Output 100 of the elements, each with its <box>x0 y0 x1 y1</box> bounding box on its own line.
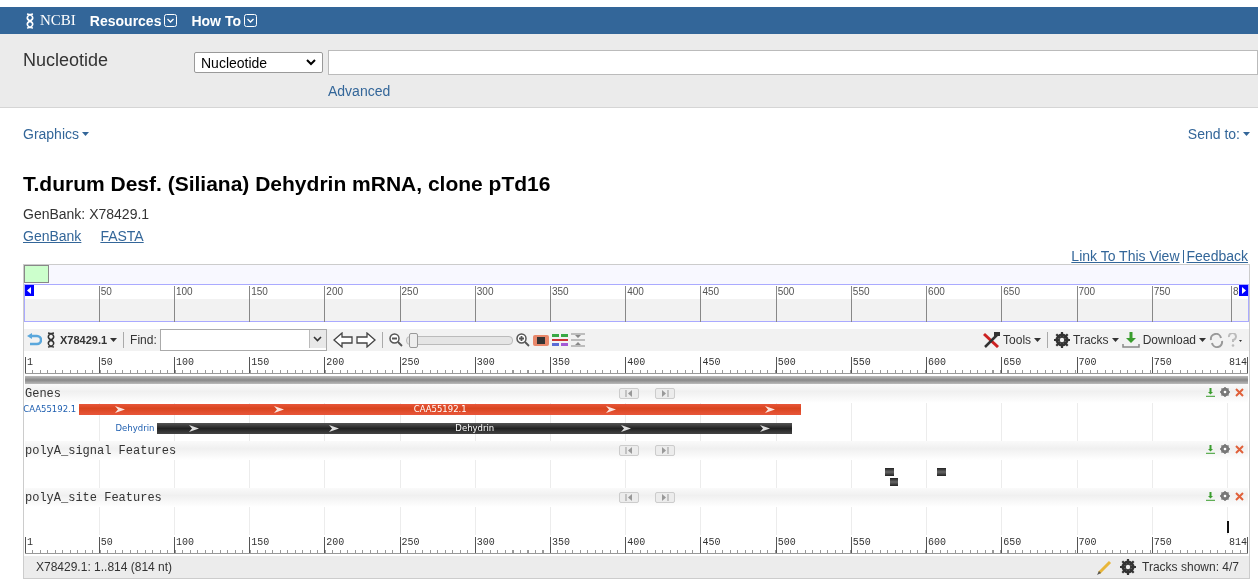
gear-icon[interactable] <box>1054 332 1071 348</box>
next-icon <box>661 447 670 454</box>
help-icon[interactable] <box>1227 332 1245 348</box>
ruler-label: 650 <box>1001 357 1022 373</box>
dropdown-icon <box>243 14 257 27</box>
helix-icon[interactable] <box>45 332 57 348</box>
ruler-label: 8 <box>1230 286 1239 322</box>
ruler-label: 600 <box>926 357 947 373</box>
tracks-shown-text[interactable]: Tracks shown: 4/7 <box>1142 560 1239 574</box>
find-label: Find: <box>130 333 157 347</box>
download-menu[interactable]: Download <box>1142 333 1206 347</box>
left-arrow-icon[interactable] <box>25 285 34 296</box>
caret-icon <box>82 132 90 136</box>
ruler-label: 350 <box>550 537 570 553</box>
gene-feature-bar[interactable]: Dehydrin <box>157 423 793 434</box>
ruler-label: 550 <box>850 286 870 322</box>
ruler-label: 300 <box>474 537 495 553</box>
ruler-label: 250 <box>399 286 419 322</box>
next-button[interactable] <box>655 492 676 503</box>
sequence-icon[interactable] <box>532 333 549 347</box>
database-label: Nucleotide <box>23 50 110 72</box>
ruler-label: 400 <box>625 286 644 322</box>
ruler-label: 750 <box>1151 286 1171 322</box>
dropdown-icon <box>164 14 178 27</box>
download-icon[interactable] <box>1206 491 1215 501</box>
ruler-label: 700 <box>1076 537 1097 553</box>
ruler-label: 300 <box>474 286 494 322</box>
ruler-label: 650 <box>1001 286 1020 322</box>
caret-icon <box>1199 338 1206 342</box>
advanced-link[interactable]: Advanced <box>328 83 1258 99</box>
ruler-label: 600 <box>926 286 945 322</box>
caret-icon <box>1034 338 1042 342</box>
ruler-label: 500 <box>775 357 796 373</box>
ruler-label: 500 <box>775 286 795 322</box>
previous-button[interactable] <box>619 388 640 399</box>
chevron-icon <box>313 336 323 342</box>
tracks-layout-icon[interactable] <box>551 333 568 347</box>
ruler-label: 150 <box>249 537 270 553</box>
next-icon <box>661 390 670 397</box>
sequence-menu[interactable]: X78429.1 <box>60 334 118 346</box>
header-menu[interactable]: How To <box>191 12 257 29</box>
ruler-label: 550 <box>850 537 871 553</box>
previous-icon <box>625 494 634 501</box>
site-feature[interactable] <box>1226 521 1229 533</box>
ruler-label: 450 <box>700 357 721 373</box>
next-button[interactable] <box>655 388 676 399</box>
close-icon[interactable] <box>1235 491 1244 501</box>
download-icon[interactable] <box>1121 332 1140 348</box>
database-select[interactable]: Nucleotide <box>194 52 323 73</box>
ruler-label: 250 <box>399 537 420 553</box>
collapse-icon[interactable] <box>570 333 585 347</box>
send-to-menu[interactable]: Send to: <box>1187 126 1250 142</box>
close-icon[interactable] <box>1235 387 1244 397</box>
zoom-in-icon[interactable] <box>515 333 530 347</box>
cds-feature-bar[interactable]: CAA55192.1 <box>79 404 802 415</box>
track-name: polyA_signal Features <box>25 444 177 458</box>
download-icon[interactable] <box>1206 444 1215 454</box>
feature-label[interactable]: Dehydrin <box>115 422 158 434</box>
chevron-icon <box>306 59 316 66</box>
left-arrow-icon[interactable] <box>332 332 353 348</box>
zoom-slider[interactable] <box>405 335 513 345</box>
view-link[interactable]: Feedback <box>1186 248 1248 264</box>
tracks-menu[interactable]: Tracks <box>1073 333 1119 347</box>
ruler-label: 600 <box>926 537 947 553</box>
header-menu[interactable]: Resources <box>89 12 178 29</box>
previous-button[interactable] <box>619 445 640 456</box>
right-arrow-icon[interactable] <box>1239 285 1248 296</box>
ncbi-logo[interactable]: NCBI <box>24 12 76 29</box>
previous-icon <box>625 447 634 454</box>
signal-feature[interactable] <box>936 468 946 476</box>
ruler-label: 550 <box>850 357 871 373</box>
refresh-icon[interactable] <box>1209 332 1224 348</box>
previous-button[interactable] <box>619 492 640 503</box>
ruler-label: 100 <box>173 537 194 553</box>
helix-icon <box>24 12 36 29</box>
ruler-label: 700 <box>1076 286 1096 322</box>
view-link[interactable]: Link To This View <box>1071 248 1180 264</box>
ruler-label: 150 <box>249 357 270 373</box>
next-button[interactable] <box>655 445 676 456</box>
zoom-out-icon[interactable] <box>388 333 403 347</box>
ruler-label: 1 <box>25 537 33 553</box>
caret-icon <box>110 338 118 342</box>
find-field[interactable] <box>159 329 327 351</box>
right-arrow-icon[interactable] <box>355 332 376 348</box>
ruler-label: 50 <box>98 357 113 373</box>
format-link[interactable]: FASTA <box>100 228 144 244</box>
feature-label[interactable]: CAA55192.1 <box>23 403 80 415</box>
ruler-label: 200 <box>324 357 345 373</box>
format-link[interactable]: GenBank <box>23 228 82 244</box>
graphics-menu[interactable]: Graphics <box>23 126 90 142</box>
gear-icon[interactable] <box>1120 559 1137 575</box>
ruler-label: 1 <box>25 357 33 373</box>
caret-icon <box>1111 338 1119 342</box>
tools-menu[interactable]: Tools <box>1003 333 1042 347</box>
ruler-label: 400 <box>625 357 646 373</box>
tools-icon[interactable] <box>982 332 1001 348</box>
download-icon[interactable] <box>1206 387 1215 397</box>
ruler-label: 450 <box>700 286 720 322</box>
search-field[interactable] <box>328 50 1258 75</box>
close-icon[interactable] <box>1235 444 1244 454</box>
